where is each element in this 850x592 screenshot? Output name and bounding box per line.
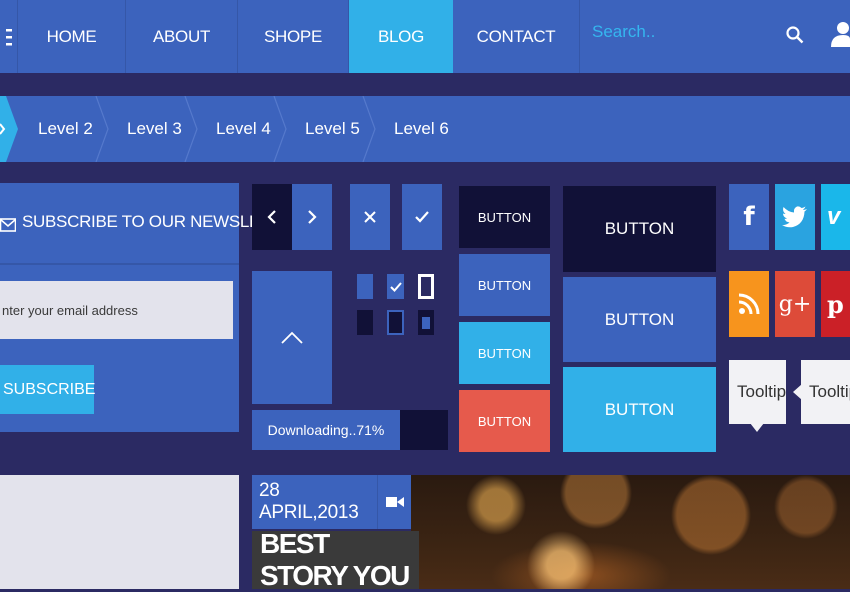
nav-about[interactable]: ABOUT xyxy=(126,0,238,73)
post-date: 28 APRIL,2013 xyxy=(252,475,377,529)
pinterest-icon: p xyxy=(827,289,844,319)
chevron-up-icon xyxy=(281,331,303,344)
checkbox-unchecked-blue[interactable] xyxy=(357,274,373,299)
google-plus-button[interactable]: g+ xyxy=(775,271,815,337)
radio-selected[interactable] xyxy=(418,310,434,335)
breadcrumb-item-level-4[interactable]: Level 4 xyxy=(216,96,271,162)
rss-button[interactable] xyxy=(729,271,769,337)
nav-contact[interactable]: CONTACT xyxy=(453,0,580,73)
chevron-left-icon xyxy=(267,210,276,224)
radio-dot xyxy=(422,316,430,329)
checkbox-outline-white[interactable] xyxy=(418,274,434,299)
check-icon xyxy=(389,281,402,292)
tooltip-left: Tooltip xyxy=(801,360,850,424)
progress-fill: Downloading..71% xyxy=(252,410,400,450)
vimeo-icon: v xyxy=(827,203,841,230)
envelope-icon xyxy=(0,216,16,234)
facebook-icon: f xyxy=(743,202,755,232)
user-icon[interactable] xyxy=(830,20,850,48)
email-field[interactable]: nter your email address xyxy=(0,281,233,339)
close-icon xyxy=(364,211,376,223)
newsletter-divider xyxy=(0,263,239,265)
chevron-right-icon xyxy=(308,210,317,224)
button-large-dark[interactable]: BUTTON xyxy=(563,186,716,272)
button-cyan[interactable]: BUTTON xyxy=(459,322,550,384)
button-blue[interactable]: BUTTON xyxy=(459,254,550,316)
blank-panel xyxy=(0,475,239,589)
twitter-icon xyxy=(782,206,807,228)
nav-blog[interactable]: BLOG xyxy=(349,0,453,73)
menu-icon[interactable] xyxy=(0,0,18,73)
confirm-button[interactable] xyxy=(402,184,442,250)
button-red[interactable]: BUTTON xyxy=(459,390,550,452)
check-icon xyxy=(415,211,429,223)
home-crumb-icon[interactable] xyxy=(0,120,6,138)
checkbox-dark[interactable] xyxy=(357,310,373,335)
progress-bar: Downloading..71% xyxy=(252,410,448,450)
rss-icon xyxy=(738,293,760,315)
breadcrumb-item-level-3[interactable]: Level 3 xyxy=(127,96,182,162)
twitter-button[interactable] xyxy=(775,184,815,250)
search-input[interactable]: Search.. xyxy=(592,22,752,42)
button-large-cyan[interactable]: BUTTON xyxy=(563,367,716,452)
scroll-up-button[interactable] xyxy=(252,271,332,404)
prev-button[interactable] xyxy=(252,184,292,250)
video-camera-icon xyxy=(385,497,404,507)
radio-dark-blue[interactable] xyxy=(387,310,404,335)
pinterest-button[interactable]: p xyxy=(821,271,850,337)
search-icon[interactable] xyxy=(784,24,806,46)
subscribe-button[interactable]: SUBSCRIBE xyxy=(0,365,95,414)
nav-shope[interactable]: SHOPE xyxy=(238,0,349,73)
facebook-button[interactable]: f xyxy=(729,184,769,250)
breadcrumb-item-level-6[interactable]: Level 6 xyxy=(394,96,449,162)
post-headline: BEST STORY YOU xyxy=(252,528,419,591)
google-plus-icon: g+ xyxy=(778,291,812,317)
button-dark[interactable]: BUTTON xyxy=(459,186,550,248)
tooltip-bottom-arrow xyxy=(750,423,764,432)
next-button[interactable] xyxy=(292,184,332,250)
blog-post-image xyxy=(411,475,850,589)
tooltip-bottom: Tooltip xyxy=(729,360,786,424)
checkbox-checked[interactable] xyxy=(387,274,404,299)
video-button[interactable] xyxy=(377,475,411,529)
breadcrumb-item-level-2[interactable]: Level 2 xyxy=(38,96,93,162)
nav-home[interactable]: HOME xyxy=(18,0,126,73)
vimeo-button[interactable]: v xyxy=(821,184,850,250)
breadcrumb-item-level-5[interactable]: Level 5 xyxy=(305,96,360,162)
button-large-blue[interactable]: BUTTON xyxy=(563,277,716,362)
close-button[interactable] xyxy=(350,184,390,250)
